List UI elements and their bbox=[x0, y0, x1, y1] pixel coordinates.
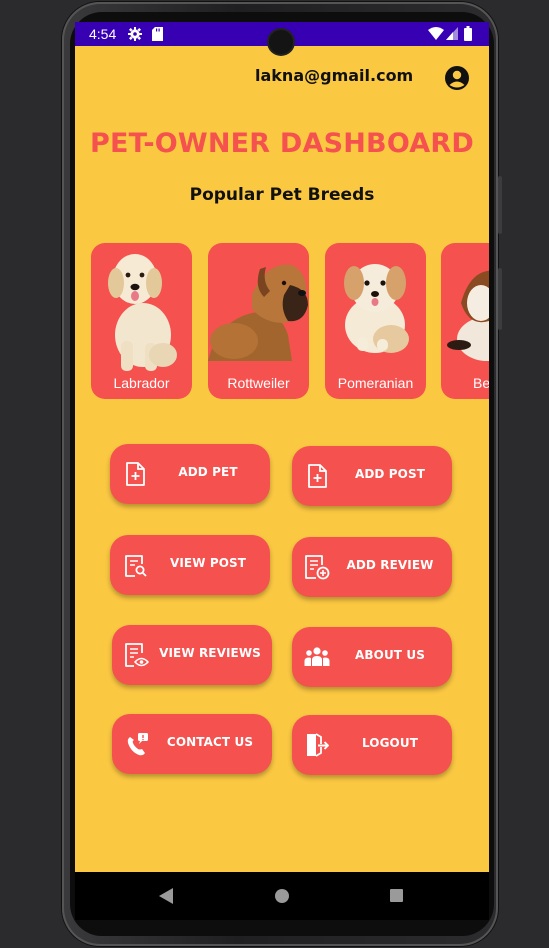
breed-card-beagle[interactable]: Bea bbox=[441, 243, 489, 399]
beagle-image bbox=[447, 270, 489, 361]
home-circle-icon[interactable] bbox=[275, 889, 289, 903]
breed-label: Rottweiler bbox=[227, 375, 290, 391]
breed-card-pomeranian[interactable]: Pomeranian bbox=[325, 243, 426, 399]
front-camera bbox=[269, 30, 293, 54]
group-icon bbox=[304, 647, 330, 666]
volume-button bbox=[498, 268, 502, 330]
user-email: lakna@gmail.com bbox=[255, 66, 414, 85]
contact-us-button[interactable]: CONTACT US bbox=[112, 714, 272, 774]
add-review-button[interactable]: ADD REVIEW bbox=[292, 537, 452, 597]
rottweiler-image bbox=[208, 264, 308, 361]
power-button bbox=[498, 176, 502, 234]
add-post-label: ADD POST bbox=[354, 467, 425, 481]
add-pet-label: ADD PET bbox=[178, 465, 238, 479]
about-us-button[interactable]: ABOUT US bbox=[292, 627, 452, 687]
view-post-label: VIEW POST bbox=[169, 556, 247, 570]
recents-square-icon[interactable] bbox=[390, 889, 403, 902]
breed-card-rottweiler[interactable]: Rottweiler bbox=[208, 243, 309, 399]
system-nav-bar bbox=[75, 872, 489, 920]
add-file-icon bbox=[308, 464, 327, 488]
logout-icon bbox=[307, 733, 329, 757]
contact-us-label: CONTACT US bbox=[166, 735, 254, 749]
section-subtitle: Popular Pet Breeds bbox=[189, 185, 375, 205]
logout-button[interactable]: LOGOUT bbox=[292, 715, 452, 775]
signal-icon bbox=[446, 27, 458, 40]
view-post-button[interactable]: VIEW POST bbox=[110, 535, 270, 595]
page-title: PET-OWNER DASHBOARD bbox=[90, 128, 474, 159]
add-pet-button[interactable]: ADD PET bbox=[110, 444, 270, 504]
account-circle-icon[interactable] bbox=[444, 65, 470, 91]
pomeranian-image bbox=[344, 264, 409, 353]
about-us-label: ABOUT US bbox=[355, 648, 425, 662]
labrador-image bbox=[108, 254, 177, 371]
add-review-label: ADD REVIEW bbox=[346, 558, 434, 572]
document-view-icon bbox=[125, 643, 150, 667]
view-reviews-label: VIEW REVIEWS bbox=[159, 646, 261, 660]
document-add-icon bbox=[305, 555, 330, 580]
add-file-icon bbox=[126, 462, 145, 486]
back-triangle-icon[interactable] bbox=[159, 888, 173, 904]
status-time: 4:54 bbox=[89, 26, 117, 42]
gear-icon bbox=[128, 27, 142, 41]
sd-card-icon bbox=[152, 27, 163, 41]
logout-label: LOGOUT bbox=[361, 736, 418, 750]
battery-icon bbox=[464, 26, 472, 41]
add-post-button[interactable]: ADD POST bbox=[292, 446, 452, 506]
breed-card-labrador[interactable]: Labrador bbox=[91, 243, 192, 399]
app-screen: 4:54 lakna@gmail.com PET-OWNER DASHBOARD… bbox=[75, 22, 489, 920]
breed-label: Pomeranian bbox=[337, 375, 414, 391]
view-reviews-button[interactable]: VIEW REVIEWS bbox=[112, 625, 272, 685]
search-document-icon bbox=[125, 555, 147, 577]
wifi-icon bbox=[428, 27, 444, 40]
breed-label: Labrador bbox=[113, 375, 170, 391]
phone-icon bbox=[127, 733, 148, 756]
breed-label: Bea bbox=[473, 375, 489, 391]
